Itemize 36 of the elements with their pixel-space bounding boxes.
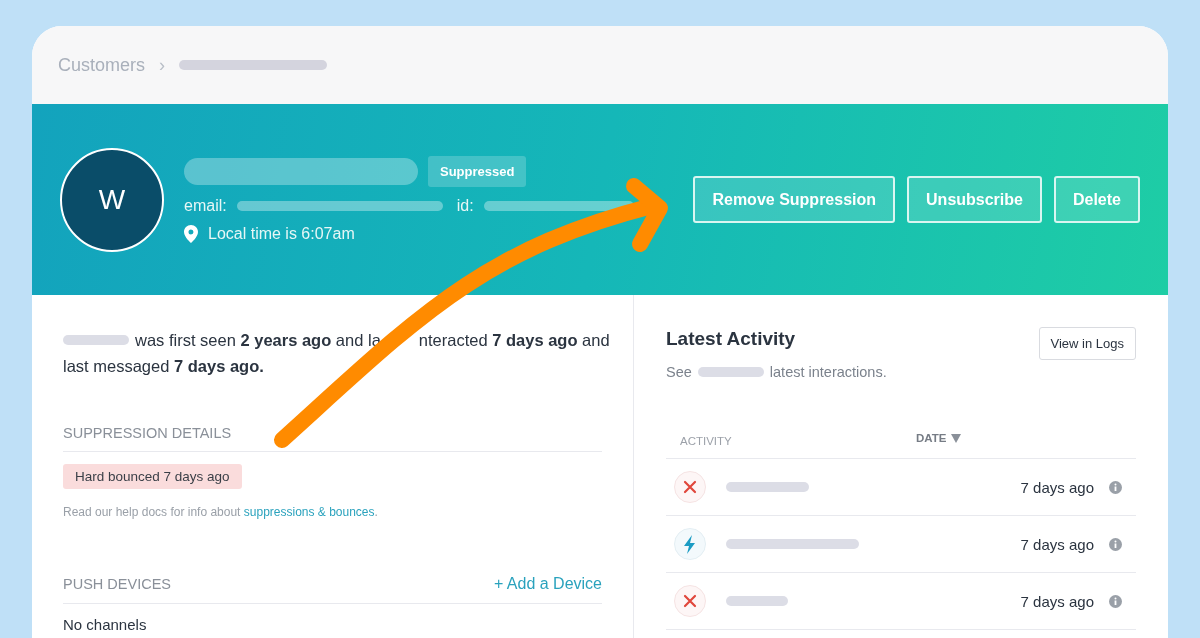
column-header: ACTIVITY — [680, 435, 732, 447]
avatar: W — [60, 147, 164, 252]
email-label: email: — [184, 197, 227, 215]
status-badge: Suppressed — [428, 156, 527, 187]
redacted-bar — [697, 367, 764, 377]
help-link[interactable]: suppressions & bounces — [243, 505, 375, 519]
sort-down-icon — [951, 433, 962, 443]
local-time: Local time is 6:07am — [208, 225, 355, 243]
empty-message: No channels — [63, 616, 148, 633]
info-icon — [1109, 594, 1122, 608]
bounce-badge: Hard bounced 7 days ago — [63, 464, 242, 489]
summary-text: nteracted 7 days ago and — [418, 330, 610, 351]
redacted-bar — [726, 596, 788, 606]
subtitle-text: See — [666, 364, 692, 380]
info-icon — [1109, 537, 1122, 551]
redacted-bar — [63, 335, 129, 345]
subtitle-text: latest interactions. — [769, 364, 887, 380]
date-text: 7 days ago — [1020, 535, 1094, 553]
add-device-link[interactable]: + Add a Device — [493, 575, 602, 593]
section-heading: SUPPRESSION DETAILS — [63, 425, 232, 441]
summary-text: last messaged 7 days ago. — [63, 356, 264, 377]
date-text: 7 days ago — [1020, 478, 1094, 496]
view-logs-button[interactable]: View in Logs — [1038, 327, 1136, 360]
breadcrumb-link[interactable]: Customers — [58, 54, 146, 76]
column-header[interactable]: DATE — [916, 432, 947, 444]
action-button[interactable]: Unsubscribe — [907, 176, 1042, 223]
breadcrumb-separator: › — [159, 54, 166, 76]
id-label: id: — [456, 197, 474, 215]
section-heading: PUSH DEVICES — [63, 576, 171, 592]
info-icon — [1109, 480, 1122, 494]
date-text: 7 days ago — [1020, 592, 1094, 610]
help-text: Read our help docs for info about suppressions & bounces. — [63, 505, 379, 519]
action-button[interactable]: Remove Suppression — [693, 176, 896, 223]
action-button[interactable]: Delete — [1053, 176, 1140, 223]
section-title: Latest Activity — [666, 328, 796, 350]
location-pin-icon — [184, 225, 198, 243]
